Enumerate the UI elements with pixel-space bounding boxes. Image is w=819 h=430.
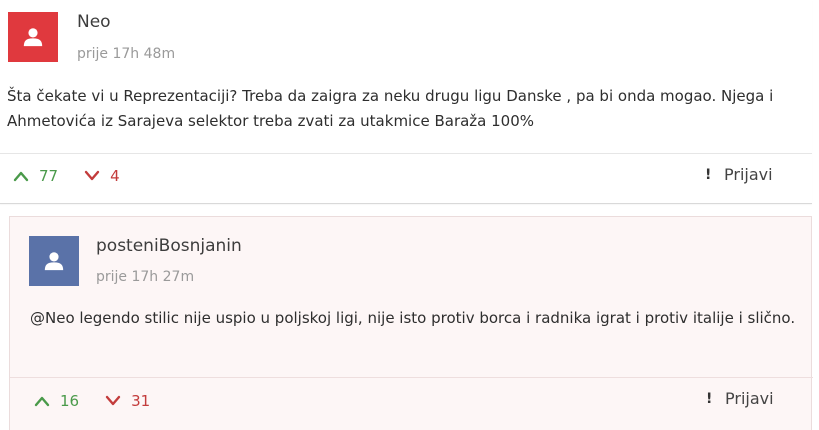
vote-actions: 16 31 [34, 389, 150, 413]
upvote-button[interactable]: 77 [13, 167, 58, 185]
user-icon [23, 28, 43, 47]
comment: Neo prije 17h 48m Šta čekate vi u Reprez… [0, 0, 812, 204]
avatar[interactable] [29, 236, 79, 286]
reply-comment: posteniBosnjanin prije 17h 27m @Neo lege… [9, 216, 813, 430]
comment-text: @Neo legendo stilic nije uspio u poljsko… [30, 309, 796, 327]
upvote-count: 16 [60, 392, 80, 410]
username[interactable]: Neo [77, 12, 111, 32]
downvote-count: 4 [110, 167, 120, 185]
downvote-count: 31 [131, 392, 151, 410]
upvote-button[interactable]: 16 [34, 392, 79, 410]
downvote-button[interactable]: 4 [84, 167, 120, 185]
report-label: Prijavi [725, 389, 774, 408]
upvote-count: 77 [39, 167, 59, 185]
report-button[interactable]: ! Prijavi [705, 165, 773, 184]
username[interactable]: posteniBosnjanin [96, 236, 242, 256]
exclamation-icon: ! [706, 390, 713, 407]
avatar[interactable] [8, 12, 58, 62]
chevron-down-icon [84, 170, 100, 181]
vote-actions: 77 4 [13, 164, 120, 188]
exclamation-icon: ! [705, 166, 712, 183]
timestamp: prije 17h 48m [77, 46, 176, 62]
downvote-button[interactable]: 31 [105, 392, 150, 410]
divider [10, 377, 813, 378]
chevron-up-icon [34, 396, 50, 407]
report-button[interactable]: ! Prijavi [706, 389, 774, 408]
report-label: Prijavi [724, 165, 773, 184]
timestamp: prije 17h 27m [96, 269, 195, 285]
user-icon [44, 252, 64, 271]
comment-text: Šta čekate vi u Reprezentaciji? Treba da… [7, 87, 774, 130]
chevron-up-icon [13, 171, 29, 182]
divider [0, 153, 812, 154]
chevron-down-icon [105, 395, 121, 406]
